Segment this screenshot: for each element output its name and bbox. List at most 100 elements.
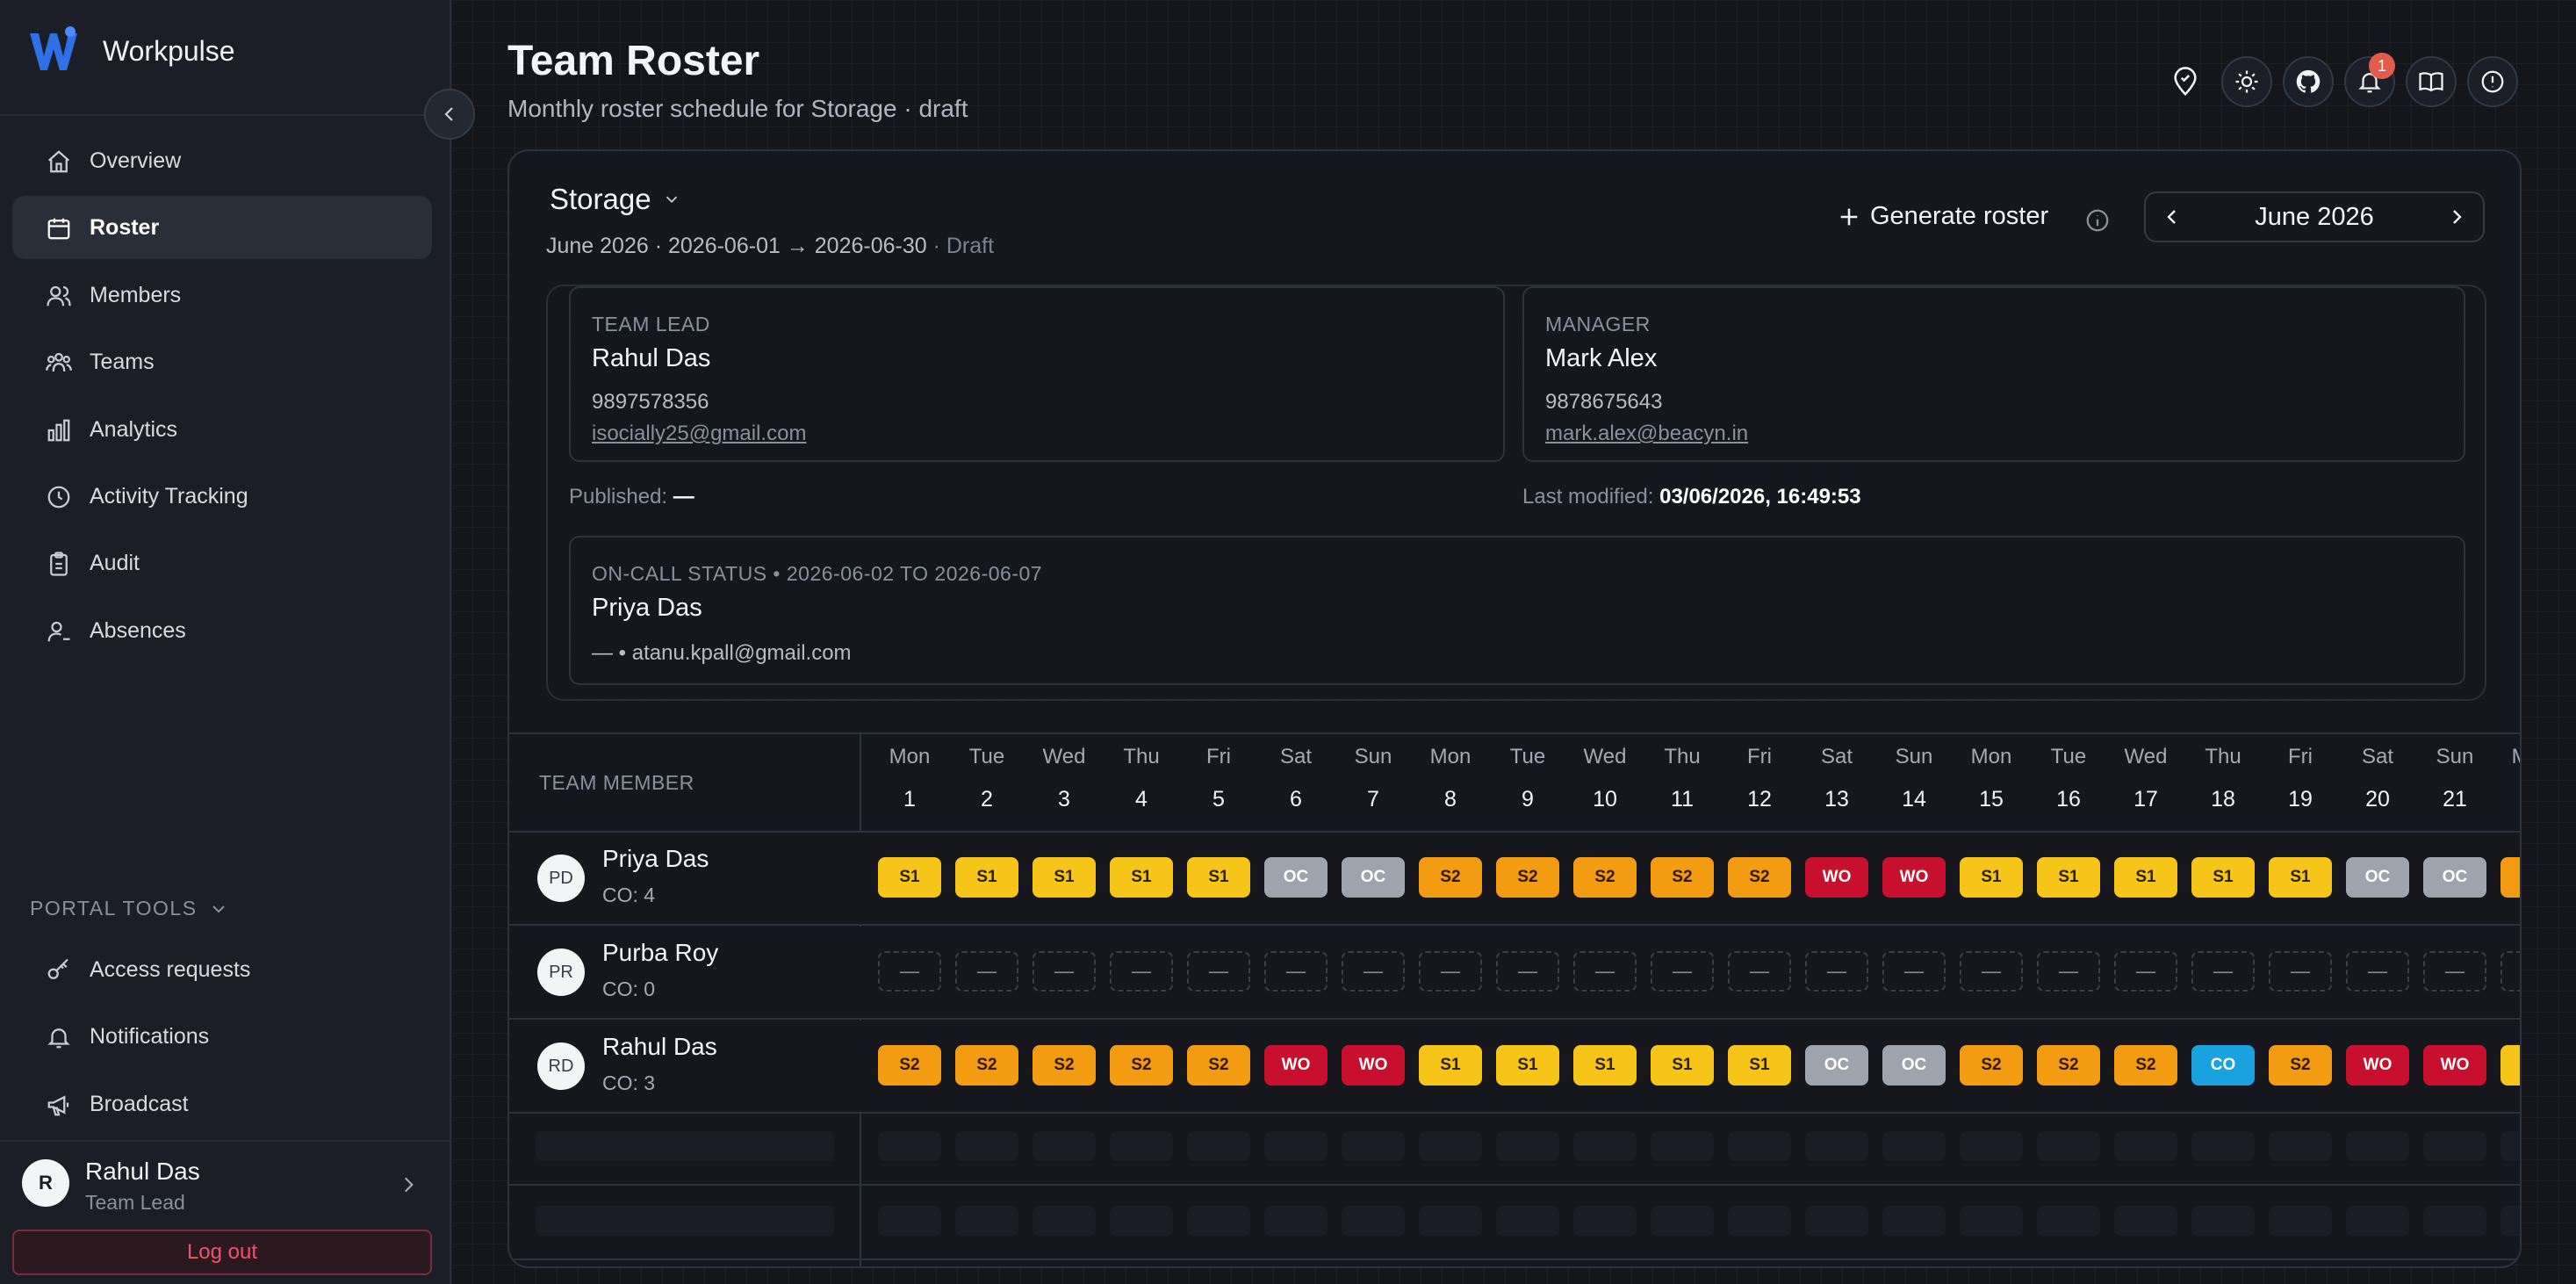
- chevron-right-icon[interactable]: [397, 1173, 420, 1196]
- shift-cell[interactable]: WO: [1805, 857, 1868, 898]
- shift-cell[interactable]: S2: [1728, 857, 1791, 898]
- shift-cell[interactable]: —: [2114, 951, 2177, 992]
- shift-cell[interactable]: —: [2191, 951, 2255, 992]
- shift-cell[interactable]: S2: [2114, 1045, 2177, 1086]
- logout-button[interactable]: Log out: [12, 1230, 432, 1275]
- sidebar-item-analytics[interactable]: Analytics: [12, 398, 432, 461]
- shift-cell[interactable]: S1: [2191, 857, 2255, 898]
- shift-cell[interactable]: S2: [1110, 1045, 1173, 1086]
- shift-cell[interactable]: —: [1033, 951, 1096, 992]
- day-header: Wed 10: [1566, 745, 1644, 812]
- shift-cell[interactable]: S2: [1033, 1045, 1096, 1086]
- shift-cell[interactable]: S2: [1651, 857, 1714, 898]
- shift-cell[interactable]: S2: [2269, 1045, 2332, 1086]
- day-header: Sun 14: [1875, 745, 1953, 812]
- shift-cell[interactable]: —: [1728, 951, 1791, 992]
- shift-cell[interactable]: S1: [1573, 1045, 1637, 1086]
- shift-cell[interactable]: S1: [1187, 857, 1250, 898]
- shift-cell[interactable]: —: [1960, 951, 2023, 992]
- shift-cell[interactable]: —: [1187, 951, 1250, 992]
- shift-cell[interactable]: S1: [2500, 1045, 2520, 1086]
- shift-cell[interactable]: S2: [878, 1045, 941, 1086]
- sidebar-item-activity-tracking[interactable]: Activity Tracking: [12, 465, 432, 528]
- shift-cell[interactable]: —: [2037, 951, 2100, 992]
- shift-cell[interactable]: WO: [2423, 1045, 2486, 1086]
- shift-cell[interactable]: S2: [1573, 857, 1637, 898]
- shift-cell[interactable]: WO: [1264, 1045, 1328, 1086]
- shift-cell[interactable]: S2: [1419, 857, 1482, 898]
- shift-cell[interactable]: CO: [2191, 1045, 2255, 1086]
- shift-cell[interactable]: S1: [878, 857, 941, 898]
- sidebar-item-absences[interactable]: Absences: [12, 599, 432, 662]
- shift-cell[interactable]: S1: [2037, 857, 2100, 898]
- day-name: Tue: [1509, 745, 1546, 768]
- shift-cell[interactable]: —: [878, 951, 941, 992]
- shift-cell[interactable]: S2: [1960, 1045, 2023, 1086]
- shift-cell[interactable]: S1: [1728, 1045, 1791, 1086]
- shift-cell[interactable]: OC: [1342, 857, 1405, 898]
- team-lead-email[interactable]: isocially25@gmail.com: [592, 422, 806, 446]
- shift-cell[interactable]: —: [1342, 951, 1405, 992]
- info-icon[interactable]: [2084, 207, 2111, 234]
- sidebar-item-overview[interactable]: Overview: [12, 129, 432, 192]
- sidebar-item-broadcast[interactable]: Broadcast: [12, 1072, 432, 1136]
- shift-cell[interactable]: —: [1496, 951, 1559, 992]
- shift-cell[interactable]: OC: [1805, 1045, 1868, 1086]
- notifications-button[interactable]: 1: [2344, 53, 2395, 107]
- sidebar-item-roster[interactable]: Roster: [12, 196, 432, 259]
- sidebar-collapse-button[interactable]: [424, 89, 475, 140]
- shift-cell[interactable]: —: [1651, 951, 1714, 992]
- shift-cell[interactable]: OC: [2346, 857, 2409, 898]
- shift-cell[interactable]: —: [2423, 951, 2486, 992]
- sidebar-item-notifications[interactable]: Notifications: [12, 1005, 432, 1068]
- team-selector[interactable]: Storage: [550, 183, 681, 216]
- shift-cell[interactable]: S1: [2269, 857, 2332, 898]
- shift-cell[interactable]: S2: [1187, 1045, 1250, 1086]
- shift-cell[interactable]: —: [1110, 951, 1173, 992]
- theme-toggle-button[interactable]: [2221, 56, 2272, 107]
- shift-cell[interactable]: S1: [1651, 1045, 1714, 1086]
- skeleton-placeholder: [1110, 1206, 1173, 1236]
- shift-cell[interactable]: S1: [1419, 1045, 1482, 1086]
- shift-cell[interactable]: OC: [1264, 857, 1328, 898]
- generate-roster-button[interactable]: Generate roster: [1837, 202, 2048, 231]
- shift-cell[interactable]: S2: [955, 1045, 1018, 1086]
- shift-cell[interactable]: —: [2269, 951, 2332, 992]
- shift-cell[interactable]: S1: [1960, 857, 2023, 898]
- shift-cell[interactable]: S1: [1033, 857, 1096, 898]
- sidebar-item-teams[interactable]: Teams: [12, 330, 432, 393]
- next-month-button[interactable]: [2430, 193, 2483, 241]
- shift-cell[interactable]: WO: [1882, 857, 1946, 898]
- sidebar-item-audit[interactable]: Audit: [12, 531, 432, 595]
- shift-cell[interactable]: S2: [2037, 1045, 2100, 1086]
- shift-cell[interactable]: S1: [2114, 857, 2177, 898]
- sidebar-item-members[interactable]: Members: [12, 263, 432, 327]
- shift-cell[interactable]: WO: [2346, 1045, 2409, 1086]
- shift-cell[interactable]: —: [1419, 951, 1482, 992]
- skeleton-placeholder: [536, 1131, 834, 1161]
- manager-email[interactable]: mark.alex@beacyn.in: [1545, 422, 1748, 446]
- shift-cell[interactable]: —: [1573, 951, 1637, 992]
- sidebar-item-access-requests[interactable]: Access requests: [12, 938, 432, 1001]
- day-name: Thu: [1123, 745, 1160, 768]
- portal-tools-toggle[interactable]: PORTAL TOOLS: [30, 897, 229, 920]
- shift-cell[interactable]: S1: [1110, 857, 1173, 898]
- shift-cell[interactable]: S2: [2500, 857, 2520, 898]
- shift-cell[interactable]: —: [1882, 951, 1946, 992]
- shift-cell[interactable]: —: [1264, 951, 1328, 992]
- shift-cell[interactable]: —: [2346, 951, 2409, 992]
- shift-cell[interactable]: WO: [1342, 1045, 1405, 1086]
- shift-cell[interactable]: OC: [1882, 1045, 1946, 1086]
- location-button[interactable]: [2160, 56, 2211, 107]
- shift-cell[interactable]: OC: [2423, 857, 2486, 898]
- shift-cell[interactable]: —: [2500, 951, 2520, 992]
- shift-cell[interactable]: S2: [1496, 857, 1559, 898]
- docs-button[interactable]: [2406, 56, 2457, 107]
- help-button[interactable]: [2467, 56, 2518, 107]
- shift-cell[interactable]: —: [955, 951, 1018, 992]
- shift-cell[interactable]: S1: [1496, 1045, 1559, 1086]
- prev-month-button[interactable]: [2146, 193, 2198, 241]
- shift-cell[interactable]: S1: [955, 857, 1018, 898]
- shift-cell[interactable]: —: [1805, 951, 1868, 992]
- github-button[interactable]: [2283, 56, 2334, 107]
